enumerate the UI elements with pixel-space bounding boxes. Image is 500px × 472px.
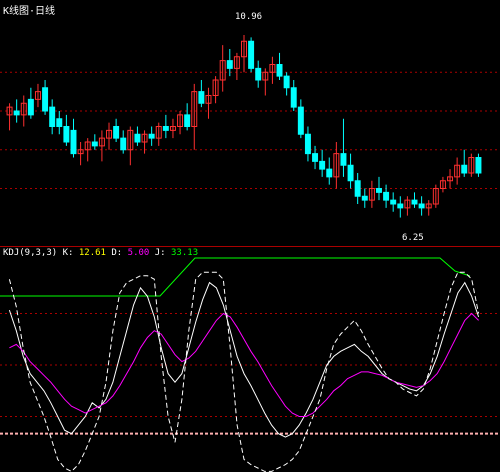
candle-body xyxy=(418,203,425,209)
candle-body xyxy=(297,106,304,135)
candle-body xyxy=(276,64,283,77)
candle-body xyxy=(56,118,63,127)
candle-body xyxy=(411,199,418,205)
candle-body xyxy=(354,180,361,197)
high-price-label: 10.96 xyxy=(235,12,263,22)
candle-body xyxy=(304,133,311,155)
low-price-label: 6.25 xyxy=(402,233,424,243)
kdj-line-j xyxy=(8,271,480,472)
candle-body xyxy=(162,126,169,131)
candle-body xyxy=(63,126,70,143)
candle-body xyxy=(91,141,98,147)
candle-body xyxy=(27,98,34,116)
candle-body xyxy=(375,188,382,193)
candle-body xyxy=(198,91,205,104)
candle-body xyxy=(340,153,347,166)
candle-body xyxy=(290,87,297,108)
candle-body xyxy=(42,87,49,112)
kdj-upper-band xyxy=(0,257,471,297)
candle-body xyxy=(390,199,397,205)
candle-body xyxy=(13,110,20,116)
candle-body xyxy=(226,60,233,69)
candle-body xyxy=(319,160,326,170)
candle-body xyxy=(255,67,262,81)
kdj-line-k xyxy=(8,281,480,438)
candle-body xyxy=(383,191,390,201)
candle-body xyxy=(120,137,127,151)
candle-body xyxy=(312,153,319,162)
candle-body xyxy=(461,164,468,174)
candle-body xyxy=(134,133,141,143)
candle-body xyxy=(326,168,333,178)
candle-body xyxy=(184,114,191,127)
candle-body xyxy=(113,126,120,139)
candle-body xyxy=(283,75,290,89)
candle-body xyxy=(361,195,368,201)
candle-body xyxy=(148,133,155,139)
candlestick-chart xyxy=(0,35,500,218)
candle-body xyxy=(475,157,482,174)
candle-body xyxy=(49,106,56,127)
candle-body xyxy=(70,129,77,155)
kdj-line-d xyxy=(9,312,479,417)
candle-body xyxy=(347,164,354,182)
candle-body xyxy=(248,40,255,69)
kdj-indicator-chart xyxy=(0,257,500,472)
chart-window: K线图·日线 10.96 6.25 KDJ(9,3,3) K: 12.61 D:… xyxy=(0,0,500,472)
candle-body xyxy=(397,203,404,209)
panel-divider xyxy=(0,246,500,247)
